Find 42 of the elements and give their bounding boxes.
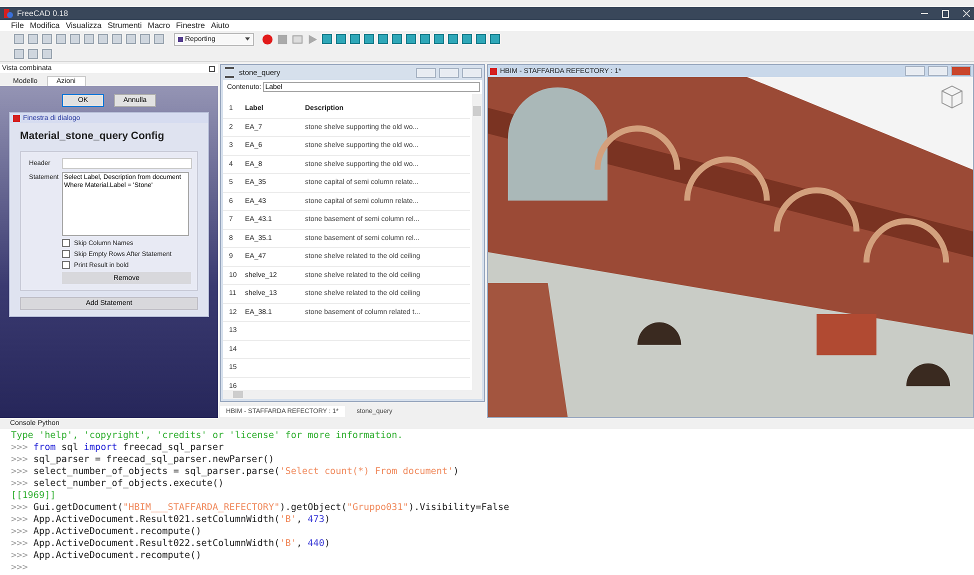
horizontal-scrollbar[interactable]	[223, 390, 482, 399]
maximize-icon[interactable]	[942, 10, 949, 18]
record-icon[interactable]	[262, 34, 273, 44]
menu-item[interactable]: Modifica	[30, 21, 60, 30]
minimize-icon[interactable]	[905, 66, 925, 76]
menu-item[interactable]: Macro	[148, 21, 170, 30]
table-icon	[225, 67, 234, 78]
app-logo-icon	[4, 9, 13, 18]
checkbox[interactable]	[62, 239, 70, 247]
app-logo-icon	[490, 68, 497, 74]
play-icon[interactable]	[307, 34, 318, 44]
menu-item[interactable]: Strumenti	[108, 21, 142, 30]
console-line: >>> App.ActiveDocument.recompute()	[11, 550, 202, 562]
window-title: FreeCAD 0.18	[17, 9, 70, 18]
console-line: Type 'help', 'copyright', 'credits' or 'license' for more information.	[11, 430, 404, 442]
minimize-icon[interactable]	[921, 13, 928, 14]
close-icon[interactable]	[963, 10, 970, 17]
console-line: >>> sql_parser = freecad_sql_parser.newParser()	[11, 454, 276, 466]
menu-item[interactable]: Visualizza	[66, 21, 102, 30]
stop-icon[interactable]	[277, 34, 288, 44]
checkbox[interactable]	[62, 261, 70, 269]
minimize-icon[interactable]	[416, 68, 436, 78]
console-line: >>> Gui.getDocument("HBIM___STAFFARDA_REFECTORY").getObject("Gruppo031").Visibility=False	[11, 502, 510, 514]
dialog-heading: Material_stone_query Config	[19, 129, 166, 144]
console-line: >>> App.ActiveDocument.Result021.setColumnWidth('B', 473)	[11, 514, 332, 526]
console-line: >>> App.ActiveDocument.recompute()	[11, 526, 202, 538]
menu-item[interactable]: Aiuto	[210, 21, 230, 30]
vertical-scrollbar[interactable]	[472, 94, 482, 390]
checkbox[interactable]	[62, 250, 70, 258]
header-field[interactable]	[62, 158, 192, 169]
console-line: [[1969]]	[11, 490, 57, 502]
float-icon[interactable]	[209, 66, 215, 72]
console-line: >>> from sql import freecad_sql_parser	[11, 442, 225, 454]
console-line: >>> App.ActiveDocument.Result022.setColumnWidth('B', 440)	[11, 538, 332, 550]
caret-icon[interactable]	[245, 37, 250, 41]
console-line: >>> select_number_of_objects = sql_parser.parse('Select count(*) From document')	[11, 466, 460, 478]
app-logo-icon	[13, 114, 20, 122]
menu-item[interactable]: Finestre	[176, 21, 205, 30]
console-line: >>>	[11, 562, 29, 574]
console-line: >>> select_number_of_objects.execute()	[11, 478, 225, 490]
help-cursor-icon[interactable]	[154, 34, 164, 44]
menu-item[interactable]: File	[11, 21, 24, 30]
